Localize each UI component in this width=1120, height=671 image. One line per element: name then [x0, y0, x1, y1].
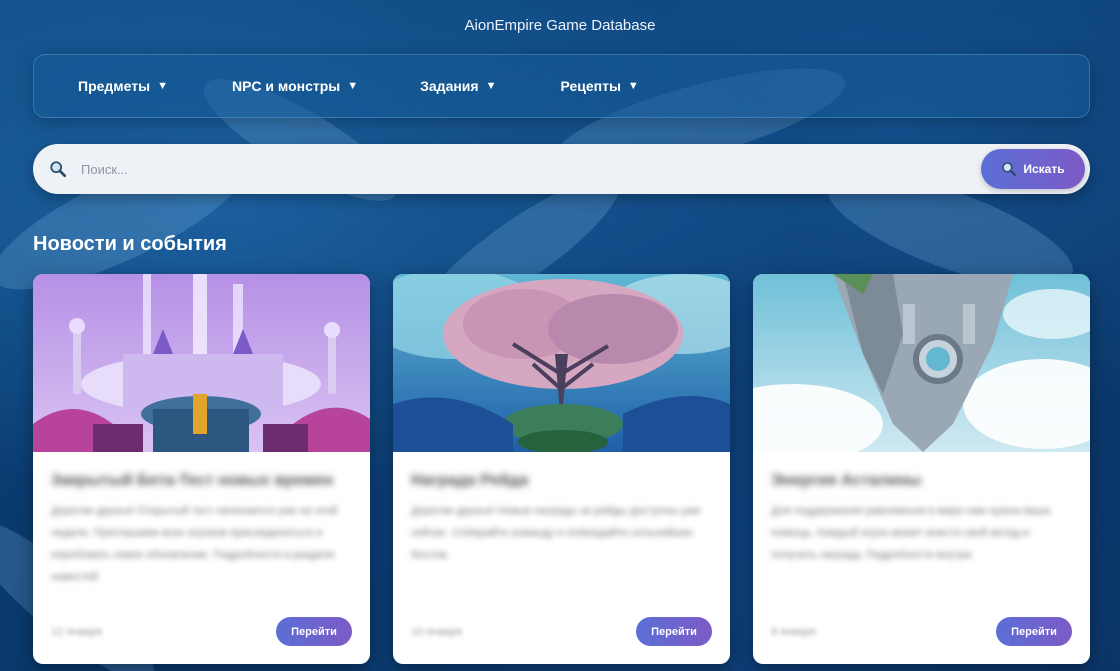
news-card-title: Энергия Асталины	[771, 472, 922, 489]
nav-item-recipes[interactable]: Рецепты ▼	[560, 78, 638, 94]
search-button[interactable]: Искать	[981, 149, 1085, 189]
nav-item-label: NPC и монстры	[231, 78, 341, 94]
open-news-button[interactable]: Перейти	[276, 617, 352, 646]
news-card-text: Дорогие друзья! Новые награды за рейды д…	[411, 505, 701, 561]
caret-down-icon: ▼	[347, 80, 359, 92]
nav-item-label: Предметы	[78, 78, 151, 94]
magnifier-icon	[50, 161, 67, 178]
news-cards: Закрытый Бета-Тест новых времен Дорогие …	[33, 274, 1090, 671]
news-card-date: 10 января	[411, 625, 463, 638]
site-title: AionEmpire Game Database	[464, 17, 656, 34]
magnifier-icon	[1002, 162, 1017, 177]
nav-item-quests[interactable]: Задания ▼	[420, 78, 496, 94]
news-card-text: Для поддержания равновесия в мире нам ну…	[771, 505, 1051, 561]
search-input[interactable]	[81, 161, 981, 177]
section-title: Новости и события	[33, 233, 227, 255]
news-image-tree	[393, 274, 730, 452]
caret-down-icon: ▼	[627, 80, 639, 92]
news-card-date: 8 января	[771, 625, 816, 638]
news-card: Энергия Асталины Для поддержания равнове…	[753, 274, 1090, 664]
open-news-button[interactable]: Перейти	[636, 617, 712, 646]
nav-item-npc-monsters[interactable]: NPC и монстры ▼	[232, 78, 358, 94]
caret-down-icon: ▼	[157, 80, 168, 92]
news-card: Награда Рейда Дорогие друзья! Новые нагр…	[393, 274, 730, 664]
news-card: Закрытый Бета-Тест новых времен Дорогие …	[33, 274, 370, 664]
news-card-title: Награда Рейда	[411, 472, 529, 489]
news-card-date: 12 января	[51, 625, 103, 638]
news-card-title: Закрытый Бета-Тест новых времен	[51, 472, 334, 489]
news-card-text: Дорогие друзья! Открытый тест начинается…	[51, 505, 338, 583]
search-button-label: Искать	[1023, 162, 1065, 176]
news-image-castle	[33, 274, 370, 452]
search-bar: Искать	[33, 144, 1090, 194]
open-news-button[interactable]: Перейти	[996, 617, 1072, 646]
nav-item-label: Задания	[420, 78, 479, 94]
caret-down-icon: ▼	[485, 80, 497, 92]
main-nav: Предметы ▼ NPC и монстры ▼ Задания ▼ Рец…	[33, 54, 1090, 118]
news-image-floating-island	[753, 274, 1090, 452]
nav-item-label: Рецепты	[560, 78, 621, 94]
nav-item-items[interactable]: Предметы ▼	[78, 78, 168, 94]
